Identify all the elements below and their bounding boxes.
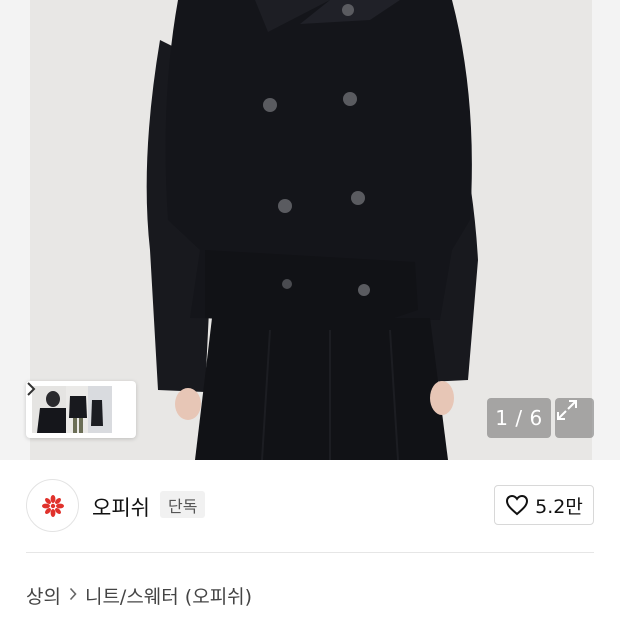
- brand-name[interactable]: 오피쉬: [92, 492, 150, 522]
- brand-logo[interactable]: [26, 479, 79, 532]
- expand-button[interactable]: [555, 398, 594, 438]
- chevron-right-icon: [69, 586, 77, 605]
- thumbnail-strip[interactable]: [26, 381, 136, 438]
- section-divider: [26, 552, 594, 553]
- image-counter-text: 1 / 6: [495, 406, 543, 430]
- breadcrumb: 상의 니트/스웨터 (오피쉬): [26, 582, 252, 609]
- exclusive-badge: 단독: [160, 491, 206, 518]
- expand-icon: [557, 400, 577, 420]
- heart-icon: [506, 494, 529, 516]
- product-image[interactable]: 1 / 6: [0, 0, 620, 460]
- image-counter: 1 / 6: [487, 398, 551, 438]
- red-flower-logo-icon: [41, 494, 64, 517]
- thumbnail-previews: [32, 386, 112, 433]
- like-button[interactable]: 5.2만: [494, 485, 594, 525]
- thumbnail-images[interactable]: [32, 386, 112, 433]
- breadcrumb-item-subcategory[interactable]: 니트/스웨터 (오피쉬): [85, 582, 252, 609]
- breadcrumb-item-category[interactable]: 상의: [26, 582, 61, 609]
- brand-row: 오피쉬 단독 5.2만: [0, 470, 620, 546]
- like-count: 5.2만: [535, 495, 583, 518]
